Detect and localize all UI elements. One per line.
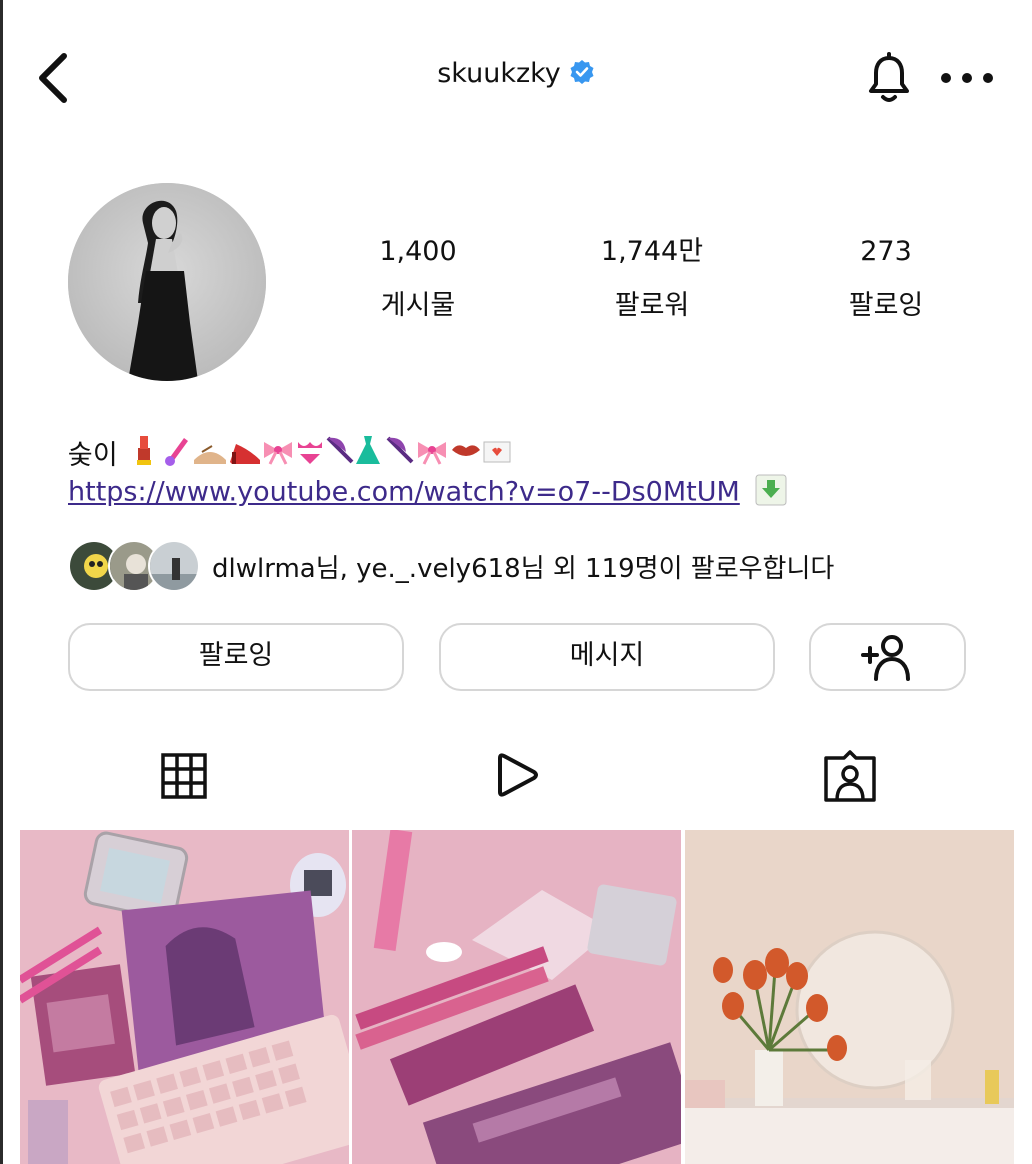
followers-label: 팔로워 bbox=[614, 290, 690, 321]
dress-icon bbox=[356, 436, 381, 464]
posts-count: 1,400 bbox=[379, 236, 457, 267]
love-letter-icon bbox=[483, 441, 511, 463]
nail-polish-icon bbox=[165, 438, 189, 466]
reels-icon bbox=[498, 753, 538, 797]
bio-name: 숮이 bbox=[68, 439, 118, 471]
following-button[interactable]: 팔로잉 bbox=[68, 623, 404, 691]
tab-tagged[interactable] bbox=[820, 748, 880, 804]
bell-icon bbox=[869, 52, 909, 102]
post-thumbnail[interactable] bbox=[20, 830, 349, 1164]
bio-link-row: https://www.youtube.com/watch?v=o7--Ds0M… bbox=[68, 474, 787, 518]
tab-reels[interactable] bbox=[488, 748, 548, 804]
bio-link[interactable]: https://www.youtube.com/watch?v=o7--Ds0M… bbox=[68, 477, 740, 508]
bio-line: 숮이 bbox=[68, 432, 512, 479]
post-thumbnail[interactable] bbox=[685, 830, 1014, 1164]
bikini-icon bbox=[298, 442, 323, 464]
follower-avatar bbox=[148, 540, 200, 592]
profile-header: skuukzky bbox=[0, 0, 1032, 160]
notifications-button[interactable] bbox=[866, 52, 912, 106]
following-count: 273 bbox=[860, 236, 912, 267]
following-label: 팔로잉 bbox=[848, 290, 924, 321]
tab-posts-grid[interactable] bbox=[154, 748, 214, 804]
add-person-button[interactable] bbox=[809, 623, 966, 691]
post-thumbnail[interactable] bbox=[352, 830, 681, 1164]
followers-count: 1,744만 bbox=[600, 236, 704, 267]
followed-by-text: dlwlrma님, ye._.vely618님 외 119명이 팔로우합니다 bbox=[212, 554, 835, 584]
download-arrow-icon bbox=[755, 474, 787, 510]
umbrella-icon bbox=[386, 436, 414, 464]
bio-emojis bbox=[132, 432, 512, 479]
high-heel-icon bbox=[230, 444, 261, 464]
add-user-icon bbox=[860, 635, 910, 681]
more-options-button[interactable] bbox=[938, 62, 998, 94]
message-button[interactable]: 메시지 bbox=[439, 623, 775, 691]
stat-following[interactable]: 273 팔로잉 bbox=[786, 232, 986, 326]
window-edge bbox=[0, 0, 3, 1164]
username: skuukzky bbox=[437, 58, 561, 89]
umbrella-icon bbox=[326, 436, 354, 464]
stat-posts[interactable]: 1,400 게시물 bbox=[318, 232, 518, 326]
ribbon-icon bbox=[418, 442, 447, 465]
posts-label: 게시물 bbox=[380, 290, 456, 321]
lipstick-icon bbox=[137, 436, 152, 465]
stat-followers[interactable]: 1,744만 팔로워 bbox=[552, 232, 752, 326]
sandal-icon bbox=[194, 445, 227, 464]
verified-badge-icon bbox=[569, 59, 595, 89]
profile-avatar[interactable] bbox=[68, 183, 266, 381]
tagged-icon bbox=[824, 750, 876, 802]
ribbon-icon bbox=[264, 442, 293, 465]
grid-icon bbox=[161, 753, 207, 799]
more-horizontal-icon bbox=[941, 73, 993, 83]
lips-icon bbox=[452, 445, 481, 456]
